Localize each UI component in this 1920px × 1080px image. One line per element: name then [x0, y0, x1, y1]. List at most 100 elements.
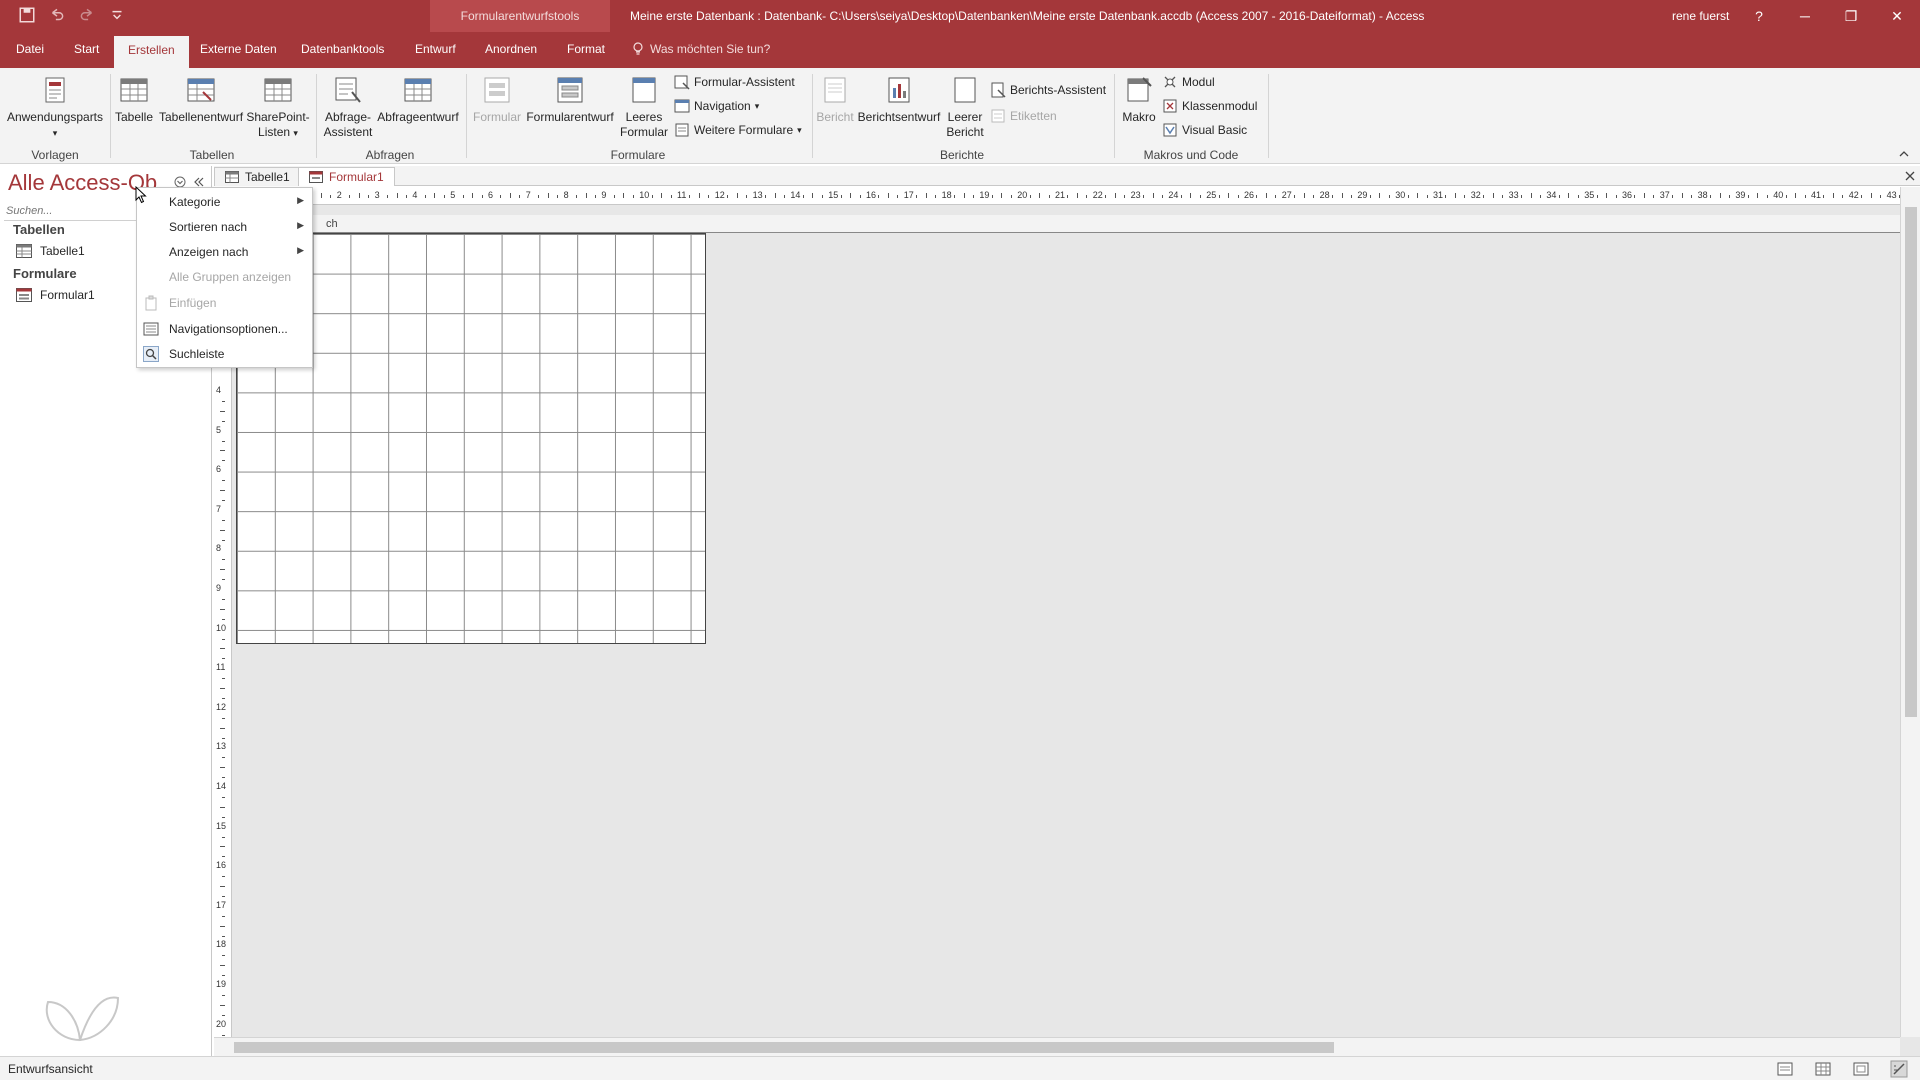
tell-me-box[interactable]: Was möchten Sie tun? — [632, 42, 770, 56]
tabellenentwurf-button[interactable]: Tabellenentwurf — [157, 74, 245, 125]
tab-datei[interactable]: Datei — [16, 42, 44, 56]
collapse-ribbon-icon[interactable] — [1898, 148, 1910, 160]
ruler-tick-mark — [220, 767, 225, 769]
ruler-tick-label: 13 — [752, 190, 763, 200]
abfrage-assistent-button[interactable]: Abfrage- Assistent — [320, 74, 376, 140]
visual-basic-button[interactable]: Visual Basic — [1162, 122, 1247, 138]
ruler-tick-mark — [1114, 193, 1116, 198]
menu-item-sortieren-nach[interactable]: Sortieren nach ▶ — [137, 215, 312, 239]
modul-button[interactable]: Modul — [1162, 74, 1215, 90]
ruler-tick-mark — [1785, 195, 1787, 198]
ruler-tick-mark — [443, 195, 445, 198]
redo-icon[interactable] — [78, 6, 96, 24]
makro-button[interactable]: Makro — [1118, 74, 1160, 125]
report-design-icon — [888, 77, 910, 103]
ruler-tick-mark — [320, 193, 322, 198]
vertical-scroll-thumb[interactable] — [1905, 207, 1917, 717]
nav-item-formular1[interactable]: Formular1 — [16, 288, 95, 302]
formular-assistent-button[interactable]: Formular-Assistent — [674, 74, 795, 90]
user-name[interactable]: rene fuerst — [1672, 9, 1729, 23]
horizontal-scroll-thumb[interactable] — [234, 1042, 1334, 1053]
restore-button[interactable]: ❐ — [1828, 0, 1874, 32]
ruler-tick-label: 6 — [488, 190, 494, 200]
ruler-tick-mark — [1445, 195, 1447, 198]
close-document-icon[interactable] — [1904, 170, 1916, 182]
minimize-button[interactable]: ─ — [1782, 0, 1828, 32]
menu-item-kategorie[interactable]: Kategorie ▶ — [137, 190, 312, 214]
nav-search-input[interactable] — [6, 202, 136, 220]
design-view-icon[interactable] — [1890, 1060, 1908, 1078]
berichts-assistent-button[interactable]: Berichts-Assistent — [990, 82, 1106, 98]
ruler-tick-mark — [222, 539, 225, 541]
ruler-tick-label: 42 — [1848, 190, 1859, 200]
tab-format[interactable]: Format — [567, 42, 605, 56]
ruler-tick-label: 10 — [639, 190, 650, 200]
formular-button[interactable]: Formular — [470, 74, 524, 125]
vertical-scrollbar[interactable] — [1900, 187, 1920, 1037]
bericht-button[interactable]: Bericht — [812, 74, 858, 125]
ruler-tick-mark — [387, 195, 389, 198]
ruler-tick-mark — [500, 195, 502, 198]
tabelle-button[interactable]: Tabelle — [114, 74, 154, 125]
ruler-tick-mark — [1379, 193, 1381, 198]
ruler-tick-mark — [1596, 195, 1598, 198]
ruler-tick-mark — [1766, 195, 1768, 198]
ruler-tick-mark — [222, 876, 225, 878]
paste-icon — [145, 295, 157, 311]
etiketten-button[interactable]: Etiketten — [990, 108, 1057, 124]
ruler-tick-label: 34 — [1546, 190, 1557, 200]
menu-item-navigationsoptionen[interactable]: Navigationsoptionen... — [137, 317, 312, 341]
ruler-tick-mark — [222, 1034, 225, 1036]
ruler-tick-mark — [220, 450, 225, 452]
form-design-surface[interactable]: 1234567891011121314151617181920212223242… — [214, 187, 1920, 1056]
detail-section-bar[interactable]: ch — [232, 215, 1900, 233]
context-tab-label: Formularentwurfstools — [460, 9, 580, 23]
ruler-tick-mark — [585, 193, 587, 198]
customize-qat-icon[interactable] — [108, 6, 126, 24]
sharepoint-listen-button[interactable]: SharePoint- Listen ▾ — [246, 74, 310, 141]
form-view-icon[interactable] — [1776, 1060, 1794, 1078]
formularentwurf-button[interactable]: Formularentwurf — [524, 74, 616, 125]
ruler-tick-mark — [472, 193, 474, 198]
ruler-tick-mark — [1417, 193, 1419, 198]
layout-view-icon[interactable] — [1852, 1060, 1870, 1078]
help-button[interactable]: ? — [1736, 0, 1782, 32]
table-icon — [120, 78, 148, 102]
tab-entwurf[interactable]: Entwurf — [415, 42, 456, 56]
group-label-berichte: Berichte — [939, 148, 985, 162]
ruler-tick-mark — [1237, 195, 1239, 198]
undo-icon[interactable] — [48, 6, 66, 24]
abfrageentwurf-button[interactable]: Abfrageentwurf — [376, 74, 460, 125]
doc-tab-formular1[interactable]: Formular1 — [298, 167, 395, 186]
ruler-tick-mark — [222, 816, 225, 818]
ruler-tick-mark — [698, 193, 700, 198]
weitere-formulare-button[interactable]: Weitere Formulare ▾ — [674, 122, 802, 138]
ruler-tick-mark — [220, 648, 225, 650]
menu-item-suchleiste[interactable]: Suchleiste — [137, 342, 312, 366]
tab-start[interactable]: Start — [74, 42, 99, 56]
nav-group-formulare[interactable]: Formulare — [13, 266, 77, 281]
ruler-tick-mark — [1747, 195, 1749, 198]
leeres-formular-button[interactable]: Leeres Formular — [616, 74, 672, 140]
leerer-bericht-button[interactable]: Leerer Bericht — [942, 74, 988, 140]
berichtsentwurf-button[interactable]: Berichtsentwurf — [856, 74, 942, 125]
tab-datenbanktools[interactable]: Datenbanktools — [301, 42, 384, 56]
ruler-tick-mark — [222, 480, 225, 482]
datasheet-view-icon[interactable] — [1814, 1060, 1832, 1078]
nav-group-tabellen[interactable]: Tabellen — [13, 222, 65, 237]
klassenmodul-button[interactable]: Klassenmodul — [1162, 98, 1257, 114]
anwendungsparts-button[interactable]: Anwendungsparts ▾ — [6, 74, 104, 141]
menu-item-anzeigen-nach[interactable]: Anzeigen nach ▶ — [137, 240, 312, 264]
table-icon — [16, 244, 32, 258]
save-icon[interactable] — [18, 6, 36, 24]
tab-externe-daten[interactable]: Externe Daten — [200, 42, 277, 56]
nav-item-tabelle1[interactable]: Tabelle1 — [16, 244, 85, 258]
blank-form-icon — [632, 77, 656, 103]
tab-anordnen[interactable]: Anordnen — [485, 42, 537, 56]
tab-erstellen[interactable]: Erstellen — [114, 36, 189, 68]
navigation-button[interactable]: Navigation ▾ — [674, 98, 759, 114]
horizontal-scrollbar[interactable] — [214, 1037, 1900, 1056]
close-window-button[interactable]: ✕ — [1874, 0, 1920, 32]
doc-tab-tabelle1[interactable]: Tabelle1 — [214, 167, 301, 186]
ruler-tick-mark — [897, 195, 899, 198]
